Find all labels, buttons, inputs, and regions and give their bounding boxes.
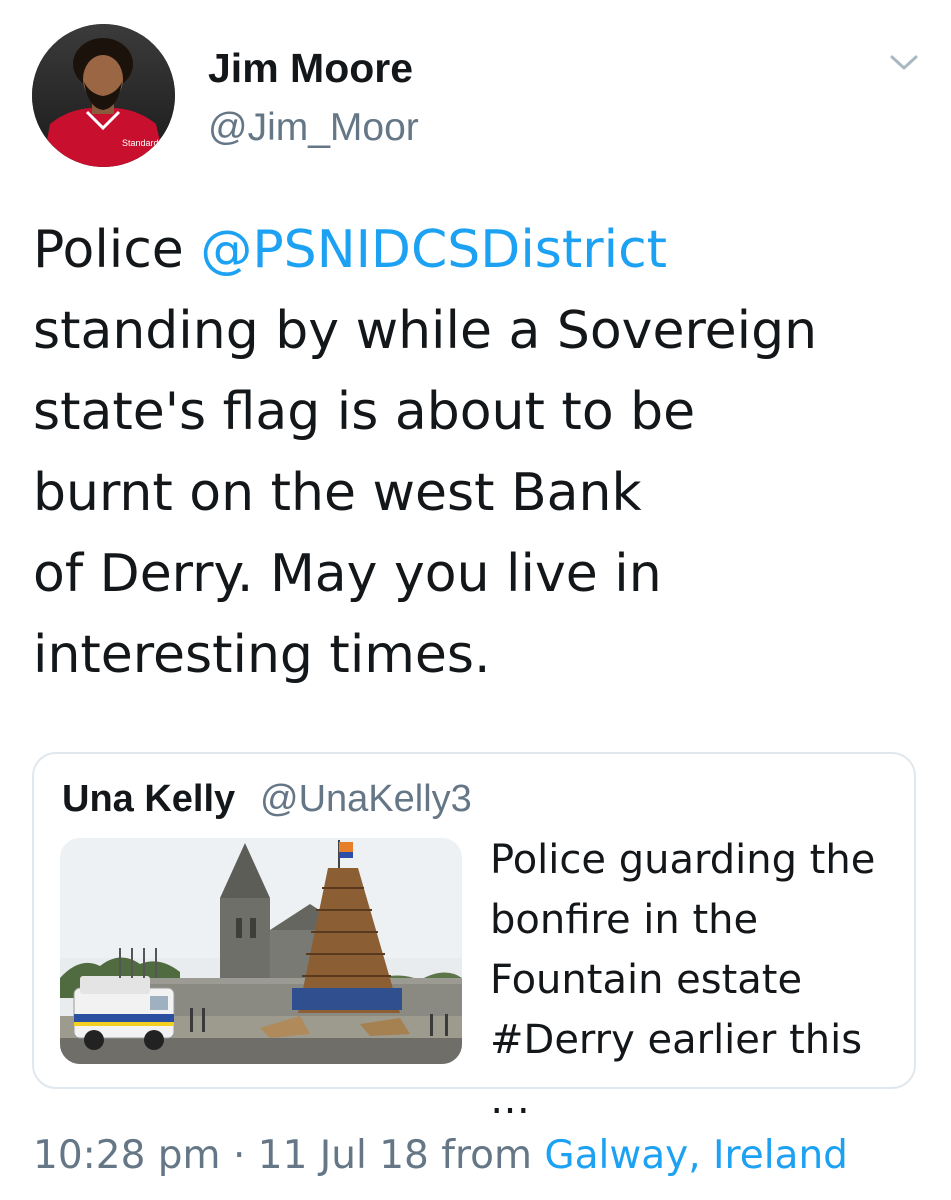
tweet-date[interactable]: 11 Jul 18: [258, 1133, 429, 1178]
quoted-line-3: Fountain estate: [490, 957, 803, 1003]
tweet-text-prefix: Police: [33, 220, 201, 280]
quoted-tweet-text: Police guarding the bonfire in the Fount…: [490, 830, 895, 1130]
author-name[interactable]: Jim Moore: [208, 44, 413, 92]
quoted-author-name: Una Kelly: [62, 778, 236, 820]
avatar-shirt-text: Standard Chartered: [122, 138, 175, 148]
quoted-line-2: bonfire in the: [490, 897, 759, 943]
tweet-line-3: state's flag is about to be: [33, 382, 696, 442]
tweet-line-5: of Derry. May you live in: [33, 544, 662, 604]
location-link[interactable]: Galway, Ireland: [544, 1133, 848, 1178]
tweet-line-6: interesting times.: [33, 625, 491, 685]
quoted-line-1: Police guarding the: [490, 837, 876, 883]
author-handle[interactable]: @Jim_Moor: [208, 105, 419, 151]
tweet-text: Police @PSNIDCSDistrict standing by whil…: [33, 210, 923, 696]
tweet-line-2: standing by while a Sovereign: [33, 301, 818, 361]
meta-separator: ·: [220, 1133, 258, 1178]
from-label: from: [428, 1133, 545, 1178]
quoted-author-handle: @UnaKelly3: [260, 778, 472, 820]
avatar-photo-icon: Standard Chartered: [32, 24, 175, 167]
tweet-time[interactable]: 10:28 pm: [33, 1133, 221, 1178]
quoted-tweet-image[interactable]: [60, 838, 462, 1064]
mention-link[interactable]: @PSNIDCSDistrict: [200, 220, 667, 280]
tweet-line-4: burnt on the west Bank: [33, 463, 642, 523]
tweet-line-1: Police @PSNIDCSDistrict: [33, 210, 923, 291]
author-avatar[interactable]: Standard Chartered: [32, 24, 175, 167]
bonfire-photo-icon: [60, 838, 462, 1064]
tweet-meta: 10:28 pm · 11 Jul 18 from Galway, Irelan…: [33, 1131, 848, 1181]
quoted-line-4: #Derry earlier this …: [490, 1017, 863, 1123]
chevron-down-icon[interactable]: [884, 46, 924, 78]
